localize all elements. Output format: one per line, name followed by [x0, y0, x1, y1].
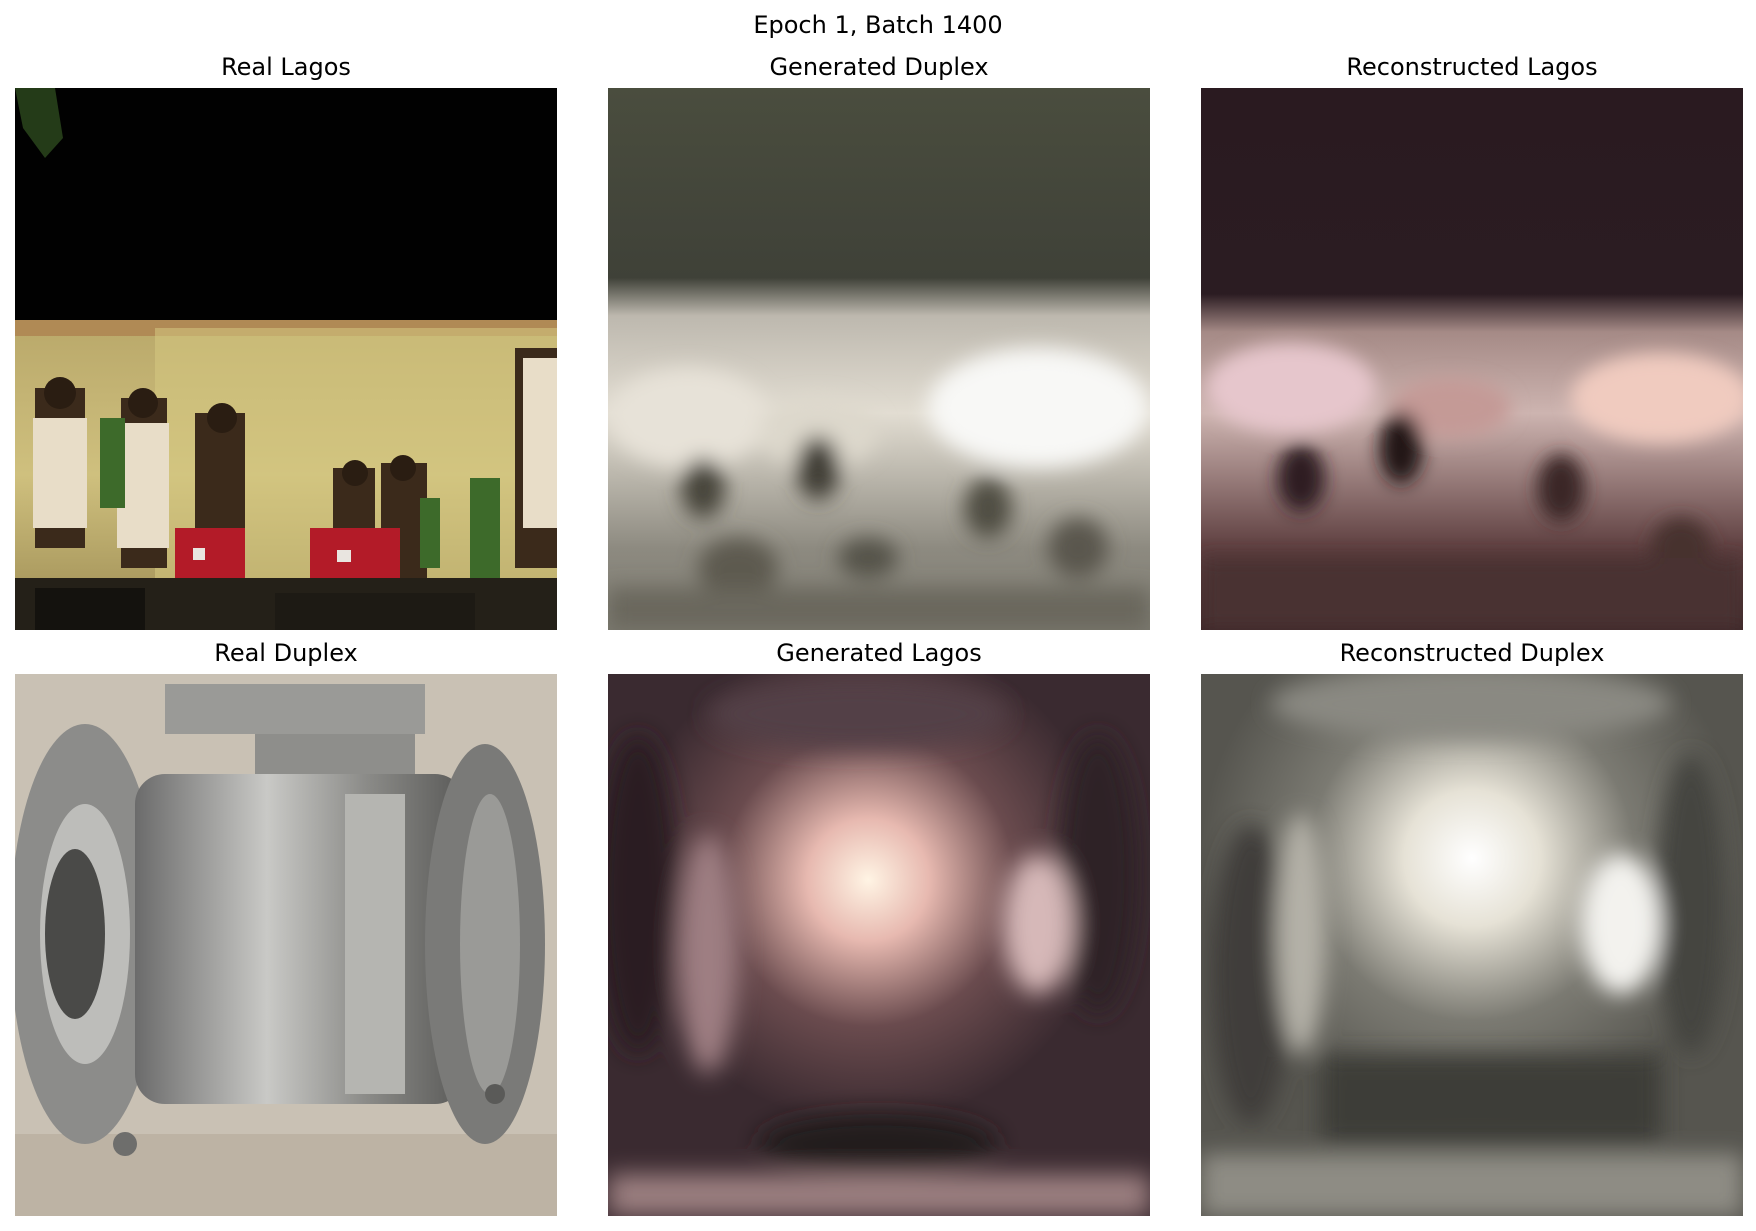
generated-lagos-image [608, 674, 1150, 1216]
panel-title-reconstructed-lagos: Reconstructed Lagos [1346, 53, 1598, 81]
panel-title-real-lagos: Real Lagos [221, 53, 351, 81]
real-duplex-image [15, 674, 557, 1216]
image-reconstructed-duplex [1201, 674, 1743, 1216]
image-real-duplex [15, 674, 557, 1216]
figure-title: Epoch 1, Batch 1400 [753, 11, 1003, 39]
panel-title-generated-duplex: Generated Duplex [769, 53, 989, 81]
panel-title-real-duplex: Real Duplex [214, 639, 358, 667]
panel-title-generated-lagos: Generated Lagos [776, 639, 982, 667]
image-real-lagos [15, 88, 557, 630]
real-lagos-image [15, 88, 557, 630]
image-generated-lagos [608, 674, 1150, 1216]
image-generated-duplex [608, 88, 1150, 630]
generated-duplex-image [608, 88, 1150, 630]
image-reconstructed-lagos [1201, 88, 1743, 630]
panel-title-reconstructed-duplex: Reconstructed Duplex [1339, 639, 1605, 667]
reconstructed-lagos-image [1201, 88, 1743, 630]
reconstructed-duplex-image [1201, 674, 1743, 1216]
